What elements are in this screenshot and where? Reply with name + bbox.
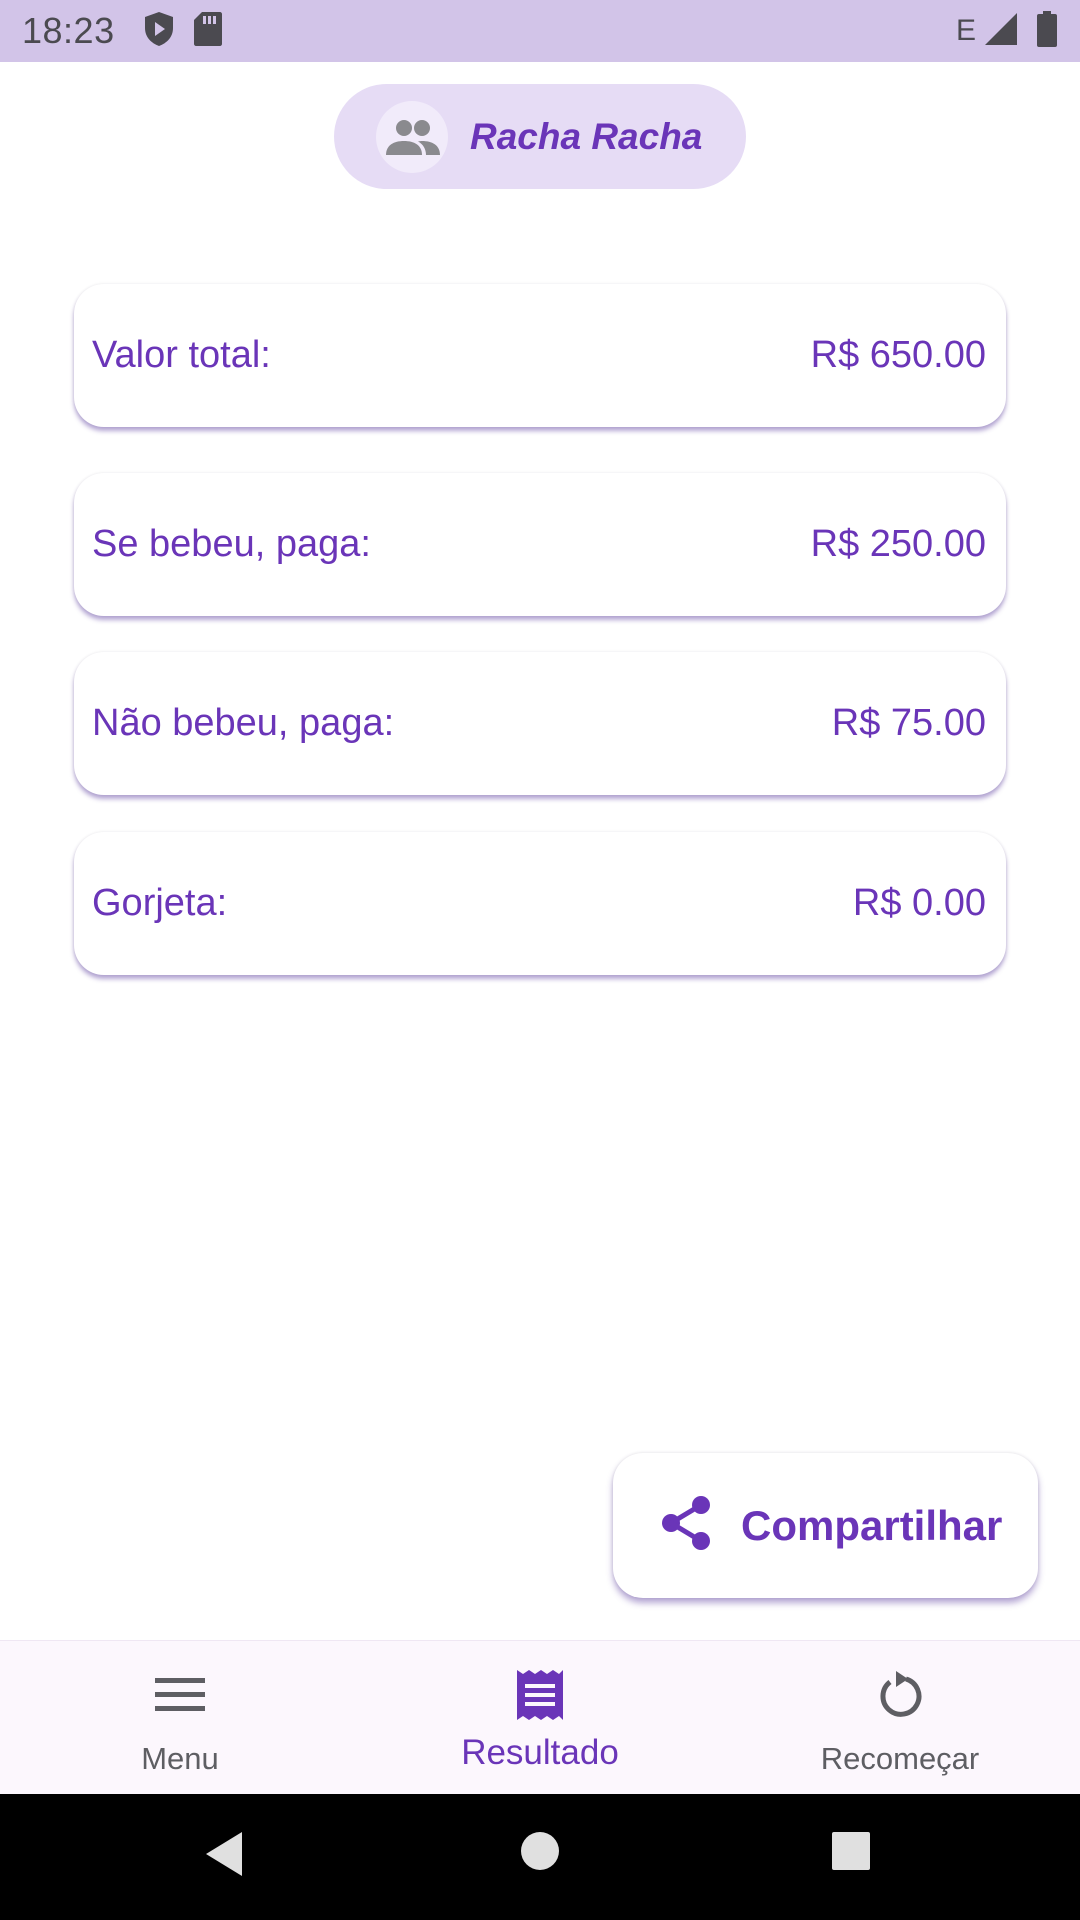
recents-icon[interactable] <box>831 1830 871 1877</box>
app-title-chip: Racha Racha <box>334 84 746 189</box>
status-icons-right: E <box>955 10 1058 52</box>
group-icon <box>376 100 448 173</box>
result-card-non-drinkers: Não bebeu, paga: R$ 75.00 <box>74 652 1006 795</box>
result-card-tip: Gorjeta: R$ 0.00 <box>74 832 1006 975</box>
signal-icon <box>984 12 1018 51</box>
network-type: E <box>955 14 976 47</box>
result-label: Se bebeu, paga: <box>92 523 371 565</box>
result-label: Gorjeta: <box>92 882 228 924</box>
status-bar: 18:23 E <box>0 0 1080 62</box>
status-icons-left <box>143 11 223 52</box>
result-card-drinkers: Se bebeu, paga: R$ 250.00 <box>74 473 1006 616</box>
bottom-navigation: Menu Resultado Recomeçar <box>0 1640 1080 1794</box>
nav-label-menu: Menu <box>141 1741 219 1776</box>
nav-label-resultado: Resultado <box>461 1733 619 1772</box>
share-button[interactable]: Compartilhar <box>613 1453 1038 1598</box>
restart-icon <box>876 1665 924 1725</box>
nav-item-recomecar[interactable]: Recomeçar <box>720 1641 1080 1795</box>
result-label: Não bebeu, paga: <box>92 702 395 744</box>
result-value: R$ 250.00 <box>810 523 986 565</box>
battery-icon <box>1036 10 1058 52</box>
nav-item-menu[interactable]: Menu <box>0 1641 360 1795</box>
share-icon <box>659 1495 713 1556</box>
nav-label-recomecar: Recomeçar <box>820 1741 980 1776</box>
result-value: R$ 0.00 <box>852 882 986 924</box>
status-time: 18:23 <box>22 10 115 51</box>
result-label: Valor total: <box>92 334 271 376</box>
home-icon[interactable] <box>519 1830 561 1877</box>
share-button-label: Compartilhar <box>741 1501 1003 1549</box>
screen: 18:23 E Racha Racha Valor total: R$ 650.… <box>0 0 1080 1920</box>
menu-icon <box>155 1665 205 1725</box>
result-value: R$ 650.00 <box>810 334 986 376</box>
result-card-total: Valor total: R$ 650.00 <box>74 284 1006 427</box>
shield-play-icon <box>143 11 175 52</box>
receipt-icon <box>515 1665 565 1725</box>
app-title: Racha Racha <box>470 115 703 157</box>
back-icon[interactable] <box>202 1830 246 1883</box>
result-value: R$ 75.00 <box>831 702 986 744</box>
system-navigation-bar <box>0 1794 1080 1920</box>
sd-card-icon <box>193 11 223 52</box>
nav-item-resultado[interactable]: Resultado <box>360 1641 720 1795</box>
